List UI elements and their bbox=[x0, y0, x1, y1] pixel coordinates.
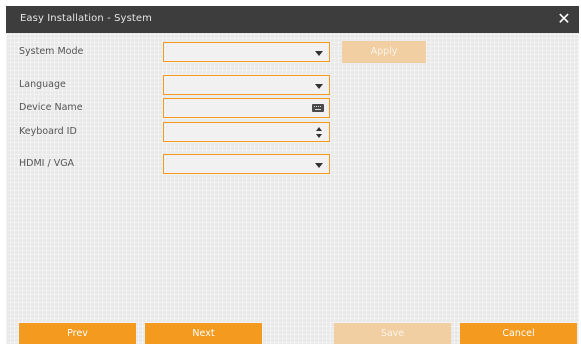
hdmi-vga-label: HDMI / VGA bbox=[19, 158, 75, 169]
close-icon[interactable]: ✕ bbox=[555, 10, 573, 28]
save-button[interactable]: Save bbox=[334, 323, 451, 344]
apply-button[interactable]: Apply bbox=[342, 41, 426, 63]
prev-button[interactable]: Prev bbox=[19, 323, 136, 344]
spin-up-icon[interactable] bbox=[316, 127, 322, 131]
dialog-title: Easy Installation - System bbox=[20, 13, 152, 24]
easy-installation-dialog: Easy Installation - System ✕ System Mode… bbox=[6, 6, 579, 344]
spin-down-icon[interactable] bbox=[316, 134, 322, 138]
system-mode-select[interactable] bbox=[163, 42, 330, 62]
device-name-label: Device Name bbox=[19, 102, 83, 113]
system-mode-label: System Mode bbox=[19, 46, 84, 57]
keyboard-id-spinner[interactable] bbox=[163, 122, 330, 142]
chevron-down-icon bbox=[315, 51, 323, 56]
keyboard-icon[interactable] bbox=[312, 104, 324, 112]
keyboard-id-label: Keyboard ID bbox=[19, 126, 77, 137]
language-select[interactable] bbox=[163, 75, 330, 95]
cancel-button[interactable]: Cancel bbox=[460, 323, 577, 344]
next-button[interactable]: Next bbox=[145, 323, 262, 344]
chevron-down-icon bbox=[315, 163, 323, 168]
chevron-down-icon bbox=[315, 84, 323, 89]
language-label: Language bbox=[19, 79, 66, 90]
hdmi-vga-select[interactable] bbox=[163, 154, 330, 174]
title-bar: Easy Installation - System ✕ bbox=[6, 6, 579, 33]
device-name-field[interactable] bbox=[163, 98, 330, 118]
